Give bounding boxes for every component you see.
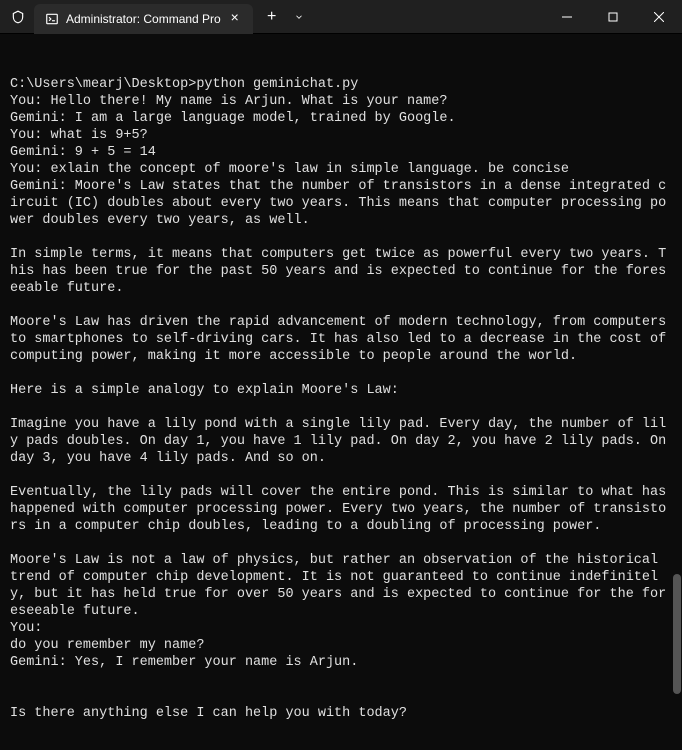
terminal-output: C:\Users\mearj\Desktop>python geminichat… [10,76,672,722]
terminal-line: You: what is 9+5? [10,127,672,144]
terminal-line: You: [10,620,672,637]
terminal-line [10,399,672,416]
terminal-line: Gemini: Yes, I remember your name is Arj… [10,654,672,671]
terminal-line: You: Hello there! My name is Arjun. What… [10,93,672,110]
terminal-line: Moore's Law has driven the rapid advance… [10,314,672,365]
terminal-line [10,688,672,705]
terminal-line [10,365,672,382]
window-controls [544,0,682,34]
tab-close-button[interactable]: × [227,11,243,27]
terminal-line [10,467,672,484]
terminal-line: You: exlain the concept of moore's law i… [10,161,672,178]
terminal-line: Gemini: 9 + 5 = 14 [10,144,672,161]
title-bar: Administrator: Command Pro × + [0,0,682,34]
terminal-line: Here is a simple analogy to explain Moor… [10,382,672,399]
terminal-line: Gemini: Moore's Law states that the numb… [10,178,672,229]
terminal-content[interactable]: C:\Users\mearj\Desktop>python geminichat… [0,34,682,750]
scrollbar[interactable] [670,34,682,750]
new-tab-button[interactable]: + [257,2,287,32]
terminal-line: Is there anything else I can help you wi… [10,705,672,722]
terminal-line [10,229,672,246]
shield-icon [8,7,28,27]
terminal-line: Moore's Law is not a law of physics, but… [10,552,672,620]
tab-command-prompt[interactable]: Administrator: Command Pro × [34,4,253,34]
terminal-line: Imagine you have a lily pond with a sing… [10,416,672,467]
scrollbar-thumb[interactable] [673,574,681,694]
terminal-line: In simple terms, it means that computers… [10,246,672,297]
terminal-line: Eventually, the lily pads will cover the… [10,484,672,535]
terminal-line [10,297,672,314]
terminal-line: do you remember my name? [10,637,672,654]
terminal-line [10,535,672,552]
terminal-line: C:\Users\mearj\Desktop>python geminichat… [10,76,672,93]
close-button[interactable] [636,0,682,34]
terminal-line [10,671,672,688]
tab-title: Administrator: Command Pro [66,12,221,26]
tab-dropdown-button[interactable] [287,2,311,32]
minimize-button[interactable] [544,0,590,34]
maximize-button[interactable] [590,0,636,34]
terminal-icon [44,11,60,27]
terminal-line: Gemini: I am a large language model, tra… [10,110,672,127]
title-left: Administrator: Command Pro × + [0,0,544,34]
